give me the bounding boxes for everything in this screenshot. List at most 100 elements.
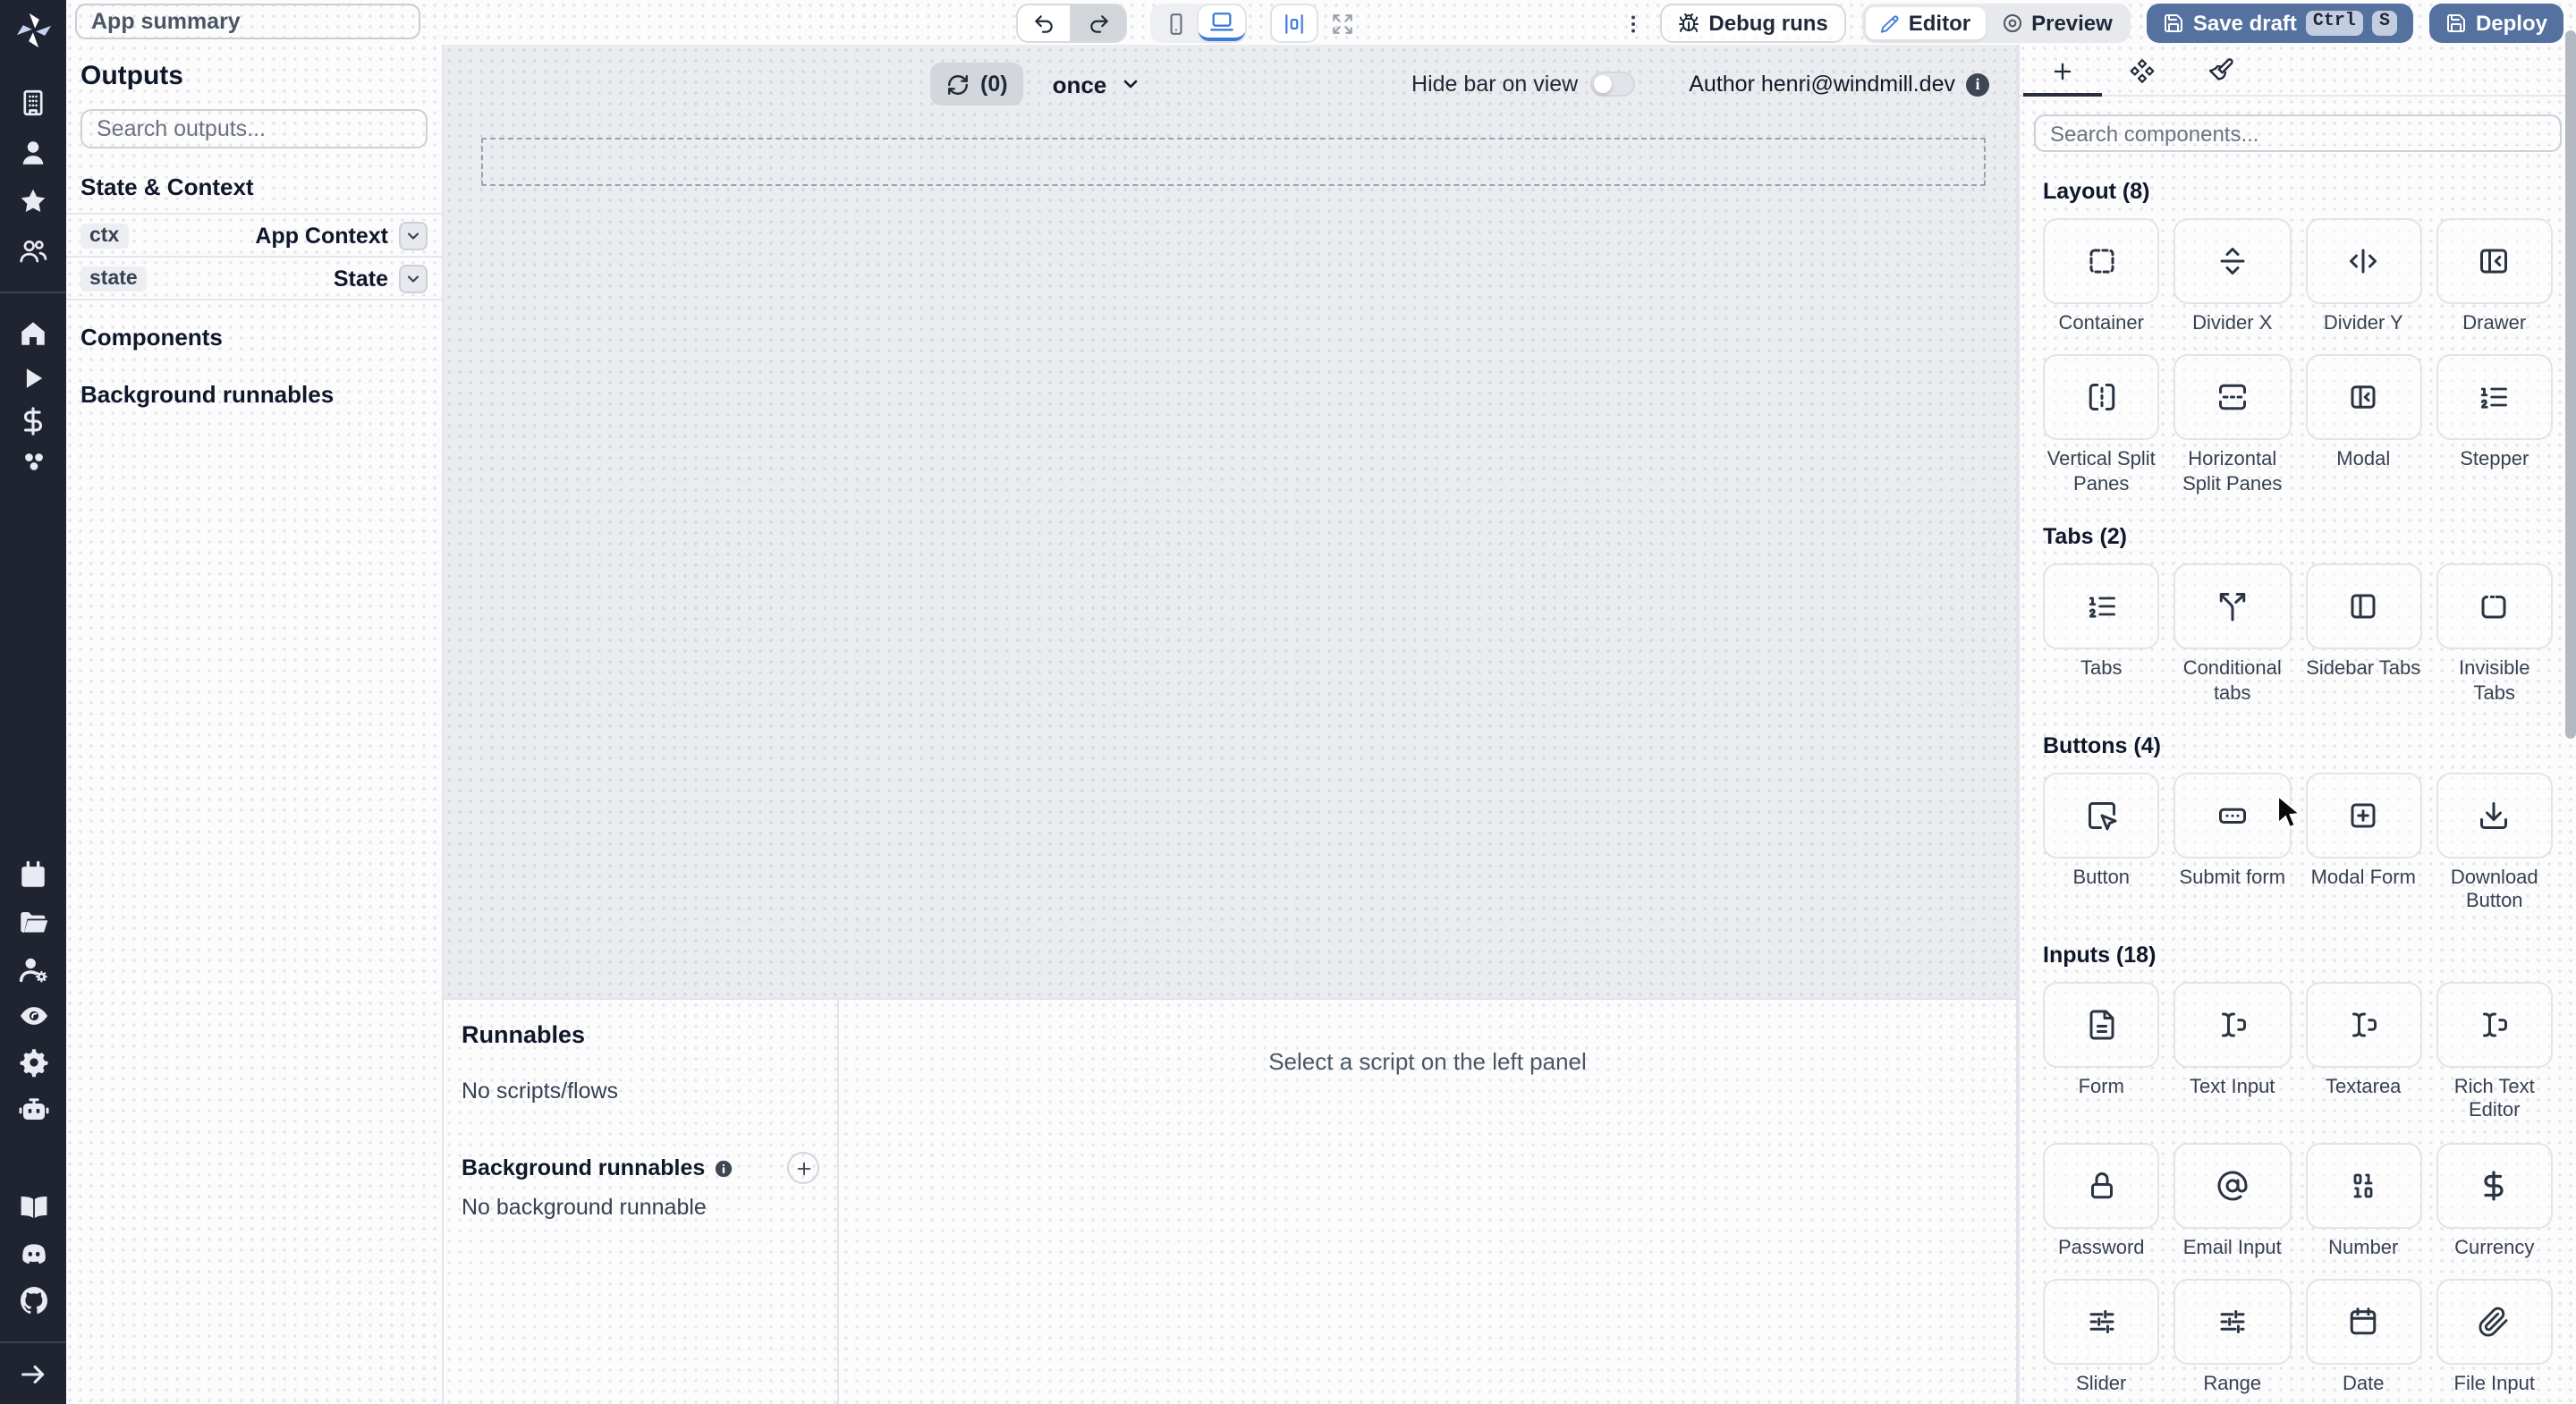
component-card[interactable] bbox=[2043, 563, 2160, 650]
component-card-conditional-tabs[interactable]: Conditional tabs bbox=[2174, 563, 2291, 706]
component-card[interactable] bbox=[2305, 563, 2422, 650]
component-card-file-input[interactable]: File Input bbox=[2436, 1279, 2553, 1398]
sidebar-item-schedules[interactable] bbox=[0, 860, 66, 891]
desktop-view-button[interactable] bbox=[1199, 5, 1245, 41]
expand-row-button[interactable] bbox=[399, 221, 428, 250]
refresh-button[interactable]: (0) bbox=[930, 63, 1024, 106]
component-card[interactable] bbox=[2436, 981, 2553, 1068]
sidebar-item-folders[interactable] bbox=[0, 907, 66, 939]
fullscreen-button[interactable] bbox=[1331, 12, 1354, 35]
component-card[interactable] bbox=[2043, 218, 2160, 304]
undo-button[interactable] bbox=[1018, 5, 1072, 41]
schedule-dropdown[interactable]: once bbox=[1053, 71, 1141, 97]
component-card[interactable] bbox=[2305, 1279, 2422, 1366]
state-context-row-ctx[interactable]: ctx App Context bbox=[66, 215, 442, 258]
component-drop-zone[interactable] bbox=[481, 138, 1986, 186]
component-card-date[interactable]: Date bbox=[2305, 1279, 2422, 1398]
sidebar-item-runs[interactable] bbox=[0, 363, 66, 393]
sidebar-item-workspace[interactable] bbox=[0, 88, 66, 118]
component-card-textarea[interactable]: Textarea bbox=[2305, 981, 2422, 1125]
component-card-number[interactable]: Number bbox=[2305, 1142, 2422, 1261]
components-panel-scrollbar[interactable] bbox=[2565, 30, 2576, 739]
component-card[interactable] bbox=[2305, 354, 2422, 441]
search-components-input[interactable] bbox=[2034, 114, 2562, 152]
app-canvas[interactable]: (0) once Hide bar on view Author henri@w… bbox=[442, 45, 2018, 998]
component-card[interactable] bbox=[2043, 1279, 2160, 1366]
sidebar-collapse[interactable] bbox=[0, 1359, 66, 1390]
component-card[interactable] bbox=[2436, 773, 2553, 859]
sidebar-item-github[interactable] bbox=[0, 1284, 66, 1316]
component-card[interactable] bbox=[2174, 1142, 2291, 1229]
tab-insert-component[interactable] bbox=[2023, 45, 2102, 97]
component-card-email-input[interactable]: Email Input bbox=[2174, 1142, 2291, 1261]
sidebar-item-home[interactable] bbox=[0, 318, 66, 349]
sidebar-item-favorites[interactable] bbox=[0, 186, 66, 216]
app-summary-input[interactable] bbox=[75, 4, 420, 39]
redo-button[interactable] bbox=[1072, 5, 1125, 41]
component-card[interactable] bbox=[2436, 354, 2553, 441]
component-card-invisible-tabs[interactable]: Invisible Tabs bbox=[2436, 563, 2553, 706]
component-card-form[interactable]: Form bbox=[2043, 981, 2160, 1125]
save-draft-button[interactable]: Save draft Ctrl S bbox=[2146, 4, 2413, 43]
component-card-currency[interactable]: Currency bbox=[2436, 1142, 2553, 1261]
component-card-modal[interactable]: Modal bbox=[2305, 354, 2422, 498]
component-card[interactable] bbox=[2174, 773, 2291, 859]
component-card-button[interactable]: Button bbox=[2043, 773, 2160, 916]
component-card-rich-text-editor[interactable]: Rich Text Editor bbox=[2436, 981, 2553, 1125]
sidebar-item-members[interactable] bbox=[0, 236, 66, 266]
component-card[interactable] bbox=[2174, 563, 2291, 650]
sidebar-item-workers[interactable] bbox=[0, 1093, 66, 1125]
deploy-button[interactable]: Deploy bbox=[2428, 4, 2563, 43]
hide-bar-toggle[interactable] bbox=[1590, 72, 1636, 97]
editor-tab[interactable]: Editor bbox=[1865, 7, 1986, 39]
component-card-vertical-split-panes[interactable]: Vertical Split Panes bbox=[2043, 354, 2160, 498]
component-card-sidebar-tabs[interactable]: Sidebar Tabs bbox=[2305, 563, 2422, 706]
component-card[interactable] bbox=[2043, 773, 2160, 859]
sidebar-item-user[interactable] bbox=[0, 138, 66, 168]
sidebar-item-docs[interactable] bbox=[0, 1191, 66, 1223]
preview-tab[interactable]: Preview bbox=[1987, 7, 2127, 39]
component-card[interactable] bbox=[2043, 981, 2160, 1068]
component-card-slider[interactable]: Slider bbox=[2043, 1279, 2160, 1398]
component-card[interactable] bbox=[2043, 354, 2160, 441]
tab-component-settings[interactable] bbox=[2102, 45, 2181, 97]
component-card[interactable] bbox=[2174, 1279, 2291, 1366]
component-card-range[interactable]: Range bbox=[2174, 1279, 2291, 1398]
component-card[interactable] bbox=[2305, 773, 2422, 859]
center-canvas-button[interactable] bbox=[1270, 4, 1318, 43]
component-card[interactable] bbox=[2305, 1142, 2422, 1229]
tab-global-styling[interactable] bbox=[2181, 45, 2259, 97]
component-card-download-button[interactable]: Download Button bbox=[2436, 773, 2553, 916]
info-icon[interactable]: i bbox=[1966, 72, 1989, 96]
component-card[interactable] bbox=[2174, 354, 2291, 441]
sidebar-item-audit-logs[interactable] bbox=[0, 1000, 66, 1032]
sidebar-item-discord[interactable] bbox=[0, 1238, 66, 1270]
component-card[interactable] bbox=[2043, 1142, 2160, 1229]
state-context-row-state[interactable]: state State bbox=[66, 258, 442, 300]
component-card[interactable] bbox=[2436, 218, 2553, 304]
component-card-modal-form[interactable]: Modal Form bbox=[2305, 773, 2422, 916]
component-card[interactable] bbox=[2436, 1142, 2553, 1229]
more-menu-button[interactable] bbox=[1623, 10, 1644, 37]
expand-row-button[interactable] bbox=[399, 264, 428, 292]
sidebar-item-groups[interactable] bbox=[0, 953, 66, 985]
component-card-drawer[interactable]: Drawer bbox=[2436, 218, 2553, 337]
component-card[interactable] bbox=[2305, 218, 2422, 304]
search-outputs-input[interactable] bbox=[80, 109, 428, 148]
component-card-password[interactable]: Password bbox=[2043, 1142, 2160, 1261]
component-card-divider-x[interactable]: Divider X bbox=[2174, 218, 2291, 337]
component-card-tabs[interactable]: Tabs bbox=[2043, 563, 2160, 706]
component-card-submit-form[interactable]: Submit form bbox=[2174, 773, 2291, 916]
component-card[interactable] bbox=[2174, 218, 2291, 304]
component-card[interactable] bbox=[2436, 1279, 2553, 1366]
component-card-horizontal-split-panes[interactable]: Horizontal Split Panes bbox=[2174, 354, 2291, 498]
sidebar-item-resources[interactable] bbox=[0, 445, 66, 478]
component-card[interactable] bbox=[2174, 981, 2291, 1068]
mobile-view-button[interactable] bbox=[1152, 5, 1199, 41]
component-card-text-input[interactable]: Text Input bbox=[2174, 981, 2291, 1125]
sidebar-item-variables[interactable] bbox=[0, 406, 66, 436]
add-background-runnable-button[interactable] bbox=[787, 1152, 819, 1184]
component-card-container[interactable]: Container bbox=[2043, 218, 2160, 337]
component-card[interactable] bbox=[2305, 981, 2422, 1068]
sidebar-item-settings[interactable] bbox=[0, 1046, 66, 1078]
